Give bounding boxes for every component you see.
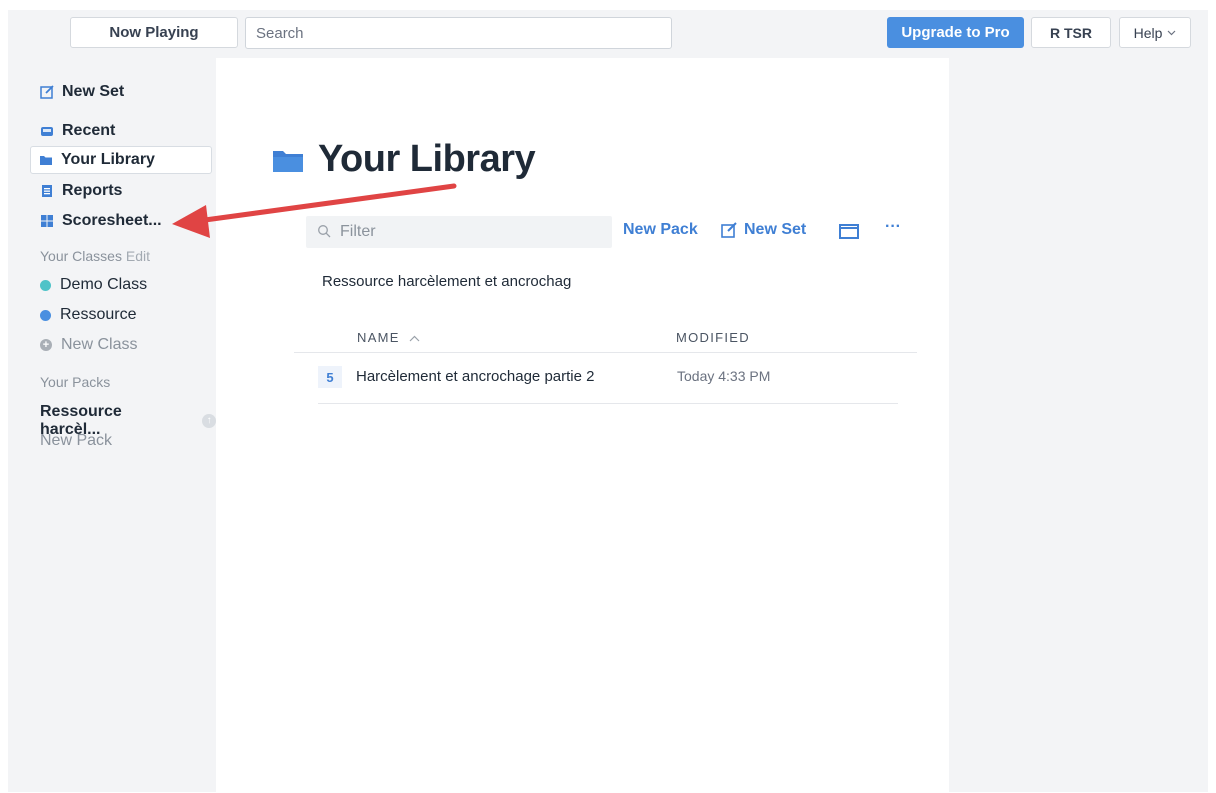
new-pack-button[interactable]: New Pack [623, 221, 698, 239]
upgrade-button[interactable]: Upgrade to Pro [887, 17, 1024, 48]
new-set-button[interactable]: New Set [721, 221, 806, 239]
report-icon [42, 185, 52, 197]
sidebar: New Set Recent Your Library Reports Scor… [8, 58, 216, 792]
app-window: Now Playing Upgrade to Pro R TSR Help Ne… [8, 10, 1208, 792]
pack-chip-label: Ressource harcèlement et ancrochag [322, 273, 572, 290]
sidebar-item-scoresheet[interactable]: Scoresheet... [32, 207, 212, 235]
more-options-button[interactable]: ··· [885, 218, 901, 236]
header-divider [294, 352, 917, 353]
new-folder-button[interactable] [839, 223, 859, 239]
class-label: Demo Class [60, 276, 148, 293]
edit-classes-link[interactable]: Edit [126, 248, 150, 264]
folder-outline-icon [839, 224, 859, 239]
new-pack-label: New Pack [40, 432, 113, 449]
inbox-icon [41, 127, 53, 136]
class-color-dot [40, 309, 51, 321]
more-icon: ··· [885, 218, 901, 235]
library-main-panel: Your Library New Pack New Set ··· Ressou… [216, 58, 949, 792]
packs-header-label: Your Packs [40, 374, 111, 390]
help-label: Help [1133, 24, 1163, 41]
user-menu-button[interactable]: R TSR [1031, 17, 1111, 48]
edit-icon [721, 222, 737, 238]
grid-icon [41, 215, 53, 227]
sidebar-item-label: New Set [62, 83, 125, 100]
new-pack-sidebar-link[interactable]: New Pack [40, 432, 112, 450]
class-color-dot [40, 279, 51, 291]
new-class-label: New Class [61, 336, 138, 353]
sidebar-item-label: Recent [62, 122, 116, 139]
plus-icon: + [40, 339, 52, 351]
classes-section-header: Your Classes Edit [40, 248, 150, 264]
filter-input[interactable] [306, 216, 612, 248]
upload-icon[interactable]: ↑ [202, 414, 216, 428]
sidebar-item-your-library[interactable]: Your Library [30, 146, 212, 174]
row-divider [318, 403, 898, 404]
new-pack-label: New Pack [623, 221, 698, 238]
sidebar-item-label: Scoresheet... [62, 212, 162, 229]
new-set-label: New Set [744, 221, 807, 238]
packs-section-header: Your Packs [40, 374, 110, 390]
modified-date: Today 4:33 PM [677, 368, 771, 384]
page-title-text: Your Library [318, 138, 536, 180]
classes-header-label: Your Classes [40, 248, 122, 264]
sidebar-class-demo[interactable]: Demo Class [40, 276, 147, 294]
top-bar: Now Playing Upgrade to Pro R TSR Help [8, 10, 1208, 58]
pack-chip[interactable]: Ressource harcèlement et ancrochag [322, 273, 571, 290]
new-class-button[interactable]: + New Class [40, 336, 137, 354]
sidebar-item-reports[interactable]: Reports [32, 177, 212, 205]
edit-icon [40, 85, 54, 99]
folder-icon [273, 150, 303, 172]
page-title: Your Library [272, 138, 536, 181]
search-icon [318, 225, 331, 238]
sidebar-item-new-set[interactable]: New Set [32, 78, 212, 106]
sidebar-class-ressource[interactable]: Ressource [40, 306, 136, 324]
now-playing-button[interactable]: Now Playing [70, 17, 238, 48]
sidebar-item-label: Your Library [61, 151, 155, 168]
question-count-badge: 5 [318, 366, 342, 388]
column-modified-label: MODIFIED [676, 330, 750, 345]
folder-icon [40, 156, 52, 165]
column-header-modified[interactable]: MODIFIED [676, 330, 750, 345]
sidebar-item-label: Reports [62, 182, 123, 199]
column-header-name[interactable]: NAME [357, 330, 420, 345]
sidebar-item-recent[interactable]: Recent [32, 117, 212, 145]
set-name: Harcèlement et ancrochage partie 2 [356, 368, 595, 385]
column-name-label: NAME [357, 330, 400, 345]
chevron-down-icon [1167, 30, 1176, 35]
search-input[interactable] [245, 17, 672, 49]
right-panel [949, 58, 1208, 792]
class-label: Ressource [60, 306, 137, 323]
chevron-up-icon [409, 335, 420, 342]
help-button[interactable]: Help [1119, 17, 1191, 48]
